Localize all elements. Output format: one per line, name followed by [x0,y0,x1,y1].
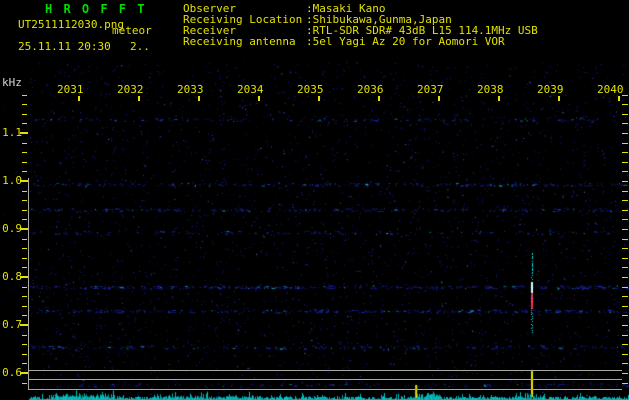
station-label: meteor [112,24,152,37]
right-edge-tick [622,344,628,345]
freq-axis-minor-tick [22,306,27,307]
right-edge-tick [622,104,628,105]
right-edge-tick [622,210,628,211]
time-axis-tick [318,96,320,101]
right-edge-tick [622,373,628,374]
right-edge-tick [622,277,628,278]
freq-axis-minor-tick [22,258,27,259]
freq-axis-minor-tick [22,152,27,153]
right-edge-tick [622,114,628,115]
time-axis-label: 2034 [237,83,264,96]
freq-axis-minor-tick [22,315,27,316]
time-axis-tick [198,96,200,101]
time-axis-tick [498,96,500,101]
right-edge-tick [622,335,628,336]
echo-counter: 2.. [130,40,150,53]
right-edge-tick [622,248,628,249]
time-axis-label: 2040 [597,83,624,96]
freq-axis-minor-tick [22,191,27,192]
freq-axis-label: 0.8 [2,270,22,283]
hrofft-screen: H R O F F T UT2511112030.png meteor 25.1… [0,0,629,400]
freq-axis-label: 0.9 [2,222,22,235]
freq-axis-label: 1.1 [2,126,22,139]
time-axis-label: 2036 [357,83,384,96]
right-edge-tick [622,239,628,240]
freq-axis-minor-tick [22,171,27,172]
time-axis-label: 2038 [477,83,504,96]
freq-axis-minor-tick [22,210,27,211]
plot-left-border [28,178,29,389]
right-edge-tick [622,200,628,201]
freq-axis-label: 0.6 [2,366,22,379]
freq-axis-minor-tick [22,363,27,364]
time-axis-tick [618,96,620,101]
time-axis-label: 2035 [297,83,324,96]
freq-axis-minor-tick [22,200,27,201]
right-edge-tick [622,162,628,163]
right-edge-tick [622,383,628,384]
freq-axis-minor-tick [22,335,27,336]
right-edge-tick [622,123,628,124]
freq-axis-minor-tick [22,162,27,163]
time-axis-tick [138,96,140,101]
right-edge-tick [622,325,628,326]
time-axis-tick [558,96,560,101]
right-edge-tick [622,315,628,316]
right-edge-tick [622,267,628,268]
right-edge-tick [622,287,628,288]
freq-axis-minor-tick [22,123,27,124]
freq-axis-minor-tick [22,354,27,355]
info-value: :5el Yagi Az 20 for Aomori VOR [306,35,505,48]
freq-axis-minor-tick [22,383,27,384]
time-axis-tick [378,96,380,101]
time-axis-label: 2033 [177,83,204,96]
right-edge-tick [622,354,628,355]
spectrogram-canvas [0,0,629,400]
time-axis-label: 2032 [117,83,144,96]
right-edge-tick [622,296,628,297]
right-edge-tick [622,306,628,307]
time-axis-label: 2031 [57,83,84,96]
app-title: H R O F F T [45,2,147,16]
freq-axis-minor-tick [22,114,27,115]
right-edge-tick [622,152,628,153]
freq-axis-minor-tick [22,95,27,96]
right-edge-tick [622,171,628,172]
time-axis-tick [258,96,260,101]
freq-axis-minor-tick [22,287,27,288]
filename-label: UT2511112030.png [18,18,124,31]
freq-unit-label: kHz [2,76,22,89]
right-edge-tick [622,229,628,230]
freq-axis-minor-tick [22,296,27,297]
meter-bottom-line [28,389,622,390]
freq-axis-minor-tick [22,143,27,144]
right-edge-tick [622,143,628,144]
plot-bottom-line [28,370,622,371]
freq-axis-label: 1.0 [2,174,22,187]
right-edge-tick [622,258,628,259]
right-edge-tick [622,363,628,364]
freq-axis-minor-tick [22,248,27,249]
right-edge-tick [622,219,628,220]
time-axis-label: 2037 [417,83,444,96]
datetime-label: 25.11.11 20:30 [18,40,111,53]
time-axis-tick [78,96,80,101]
right-edge-tick [622,181,628,182]
freq-axis-minor-tick [22,344,27,345]
freq-axis-minor-tick [22,239,27,240]
info-label: Receiving antenna [183,35,296,48]
freq-axis-minor-tick [22,104,27,105]
freq-axis-minor-tick [22,267,27,268]
right-edge-tick [622,191,628,192]
freq-axis-label: 0.7 [2,318,22,331]
time-axis-tick [438,96,440,101]
time-axis-label: 2039 [537,83,564,96]
meter-divider-line [28,379,622,380]
freq-axis-minor-tick [22,219,27,220]
right-edge-tick [622,133,628,134]
